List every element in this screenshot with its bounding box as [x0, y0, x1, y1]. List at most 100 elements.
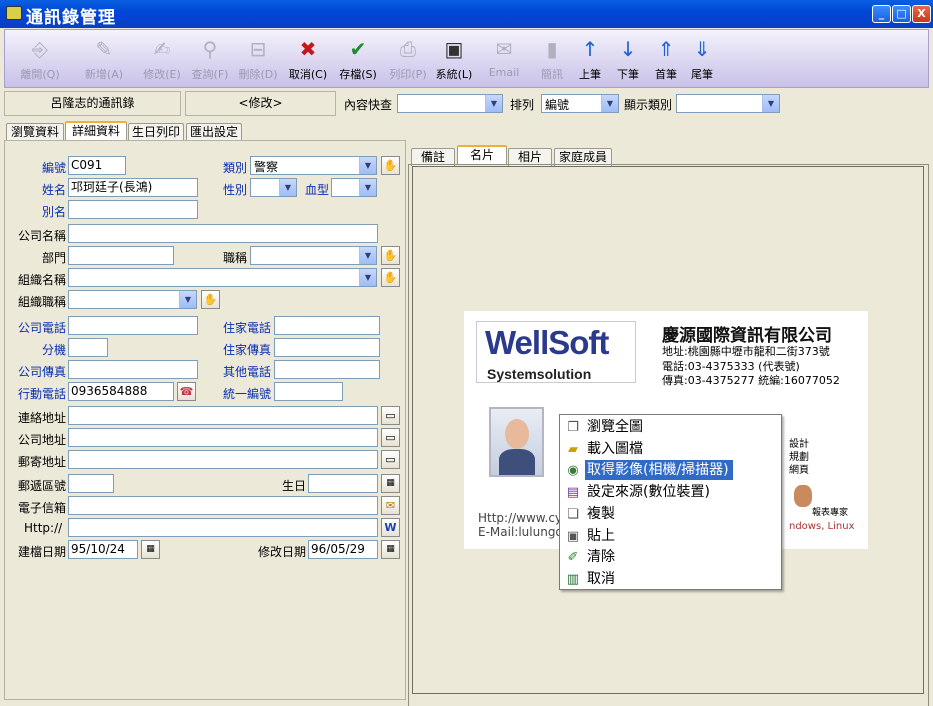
- print-icon: ⎙: [400, 37, 416, 61]
- arrow-last-icon: ⇓: [693, 37, 711, 61]
- toolbar-button-cancel[interactable]: ✖ 取消(C): [283, 36, 333, 84]
- toolbar: ⎆ 離開(Q) ✎ 新增(A) ✍ 修改(E) ⚲ 查詢(F) ⊟ 刪除(D) ✖ 取消(C) ✔ 存檔(…: [4, 29, 929, 88]
- modified-date-field[interactable]: 96/05/29: [308, 540, 378, 559]
- org-edit-icon[interactable]: ✋: [381, 268, 400, 287]
- address-book-icon[interactable]: ▭: [381, 406, 400, 425]
- toolbar-button-system[interactable]: ▣ 系統(L): [429, 36, 479, 84]
- menu-item-clear[interactable]: ✐ 清除: [562, 547, 779, 568]
- company-field[interactable]: [68, 224, 378, 243]
- window-title: 通訊錄管理: [26, 8, 116, 28]
- menu-item-paste[interactable]: ▣ 貼上: [562, 526, 779, 547]
- toolbar-button-label: 修改(E): [143, 68, 181, 81]
- home-phone-field[interactable]: [274, 316, 380, 335]
- arrow-up-icon: ↑: [581, 37, 599, 61]
- name-field[interactable]: 邛珂廷子(長鴻): [68, 178, 198, 197]
- org-select[interactable]: ▼: [68, 268, 377, 287]
- mailing-address-field[interactable]: [68, 450, 378, 469]
- menu-item-label: 取消: [587, 570, 615, 587]
- tab-browse[interactable]: 瀏覽資料: [6, 123, 64, 141]
- tab-birthday-print[interactable]: 生日列印: [128, 123, 184, 141]
- email-field[interactable]: [68, 496, 378, 515]
- chevron-down-icon: ▼: [359, 247, 376, 264]
- calendar-icon[interactable]: ▦: [141, 540, 160, 559]
- card-fax: 傳真:03-4375277 統編:16077052: [662, 374, 840, 387]
- blood-type-select[interactable]: ▼: [331, 178, 377, 197]
- face-shape: [505, 419, 529, 449]
- contact-address-field[interactable]: [68, 406, 378, 425]
- phone-icon[interactable]: ☎: [177, 382, 196, 401]
- edit-icon: ✍: [153, 37, 171, 61]
- quick-search-select[interactable]: ▼: [397, 94, 503, 113]
- title-bar: 通訊錄管理 _ □ X: [0, 0, 933, 28]
- minimize-button[interactable]: _: [872, 5, 891, 23]
- gender-select[interactable]: ▼: [250, 178, 297, 197]
- toolbar-button-print[interactable]: ⎙ 列印(P): [383, 36, 433, 84]
- address-book-icon[interactable]: ▭: [381, 428, 400, 447]
- address-book-icon[interactable]: ▭: [381, 450, 400, 469]
- dept-field[interactable]: [68, 246, 174, 265]
- tab-export-settings[interactable]: 匯出設定: [186, 123, 242, 141]
- web-icon[interactable]: W: [381, 518, 400, 537]
- category-select[interactable]: 警察 ▼: [250, 156, 377, 175]
- card-photo: [489, 407, 544, 477]
- card-website: Http://www.cyn: [478, 511, 570, 525]
- toolbar-button-save[interactable]: ✔ 存檔(S): [333, 36, 383, 84]
- company-address-field[interactable]: [68, 428, 378, 447]
- menu-item-device[interactable]: ▤ 設定來源(數位裝置): [562, 482, 779, 503]
- scanner-icon: ◉: [567, 463, 579, 479]
- mobile-field[interactable]: 0936584888: [68, 382, 174, 401]
- quick-search-label: 內容快查: [344, 98, 393, 112]
- calendar-icon[interactable]: ▦: [381, 474, 400, 493]
- no-label: 編號: [42, 161, 67, 175]
- envelope-icon[interactable]: ✉: [381, 496, 400, 515]
- menu-item-cancel[interactable]: ▥ 取消: [562, 569, 779, 590]
- toolbar-button-arrow-last[interactable]: ⇓ 尾筆: [677, 36, 727, 84]
- close-button[interactable]: X: [912, 5, 931, 23]
- toolbar-button-label: 刪除(D): [238, 68, 278, 81]
- toolbar-button-new[interactable]: ✎ 新增(A): [79, 36, 129, 84]
- toolbar-button-label: 列印(P): [389, 68, 427, 81]
- menu-item-scanner[interactable]: ◉ 取得影像(相機/掃描器): [562, 460, 779, 481]
- arrow-down-icon: ↓: [619, 37, 637, 61]
- card-email: E-Mail:lulungo: [478, 525, 563, 539]
- sort-select[interactable]: 編號 ▼: [541, 94, 619, 113]
- exit-icon: ⎆: [32, 37, 48, 61]
- home-fax-field[interactable]: [274, 338, 380, 357]
- menu-item-copy[interactable]: ❏ 複製: [562, 504, 779, 525]
- search-icon: ⚲: [202, 37, 218, 61]
- toolbar-button-exit[interactable]: ⎆ 離開(Q): [15, 36, 65, 84]
- menu-item-view[interactable]: ❐ 瀏覽全圖: [562, 417, 779, 438]
- job-title-edit-icon[interactable]: ✋: [381, 246, 400, 265]
- birthday-field[interactable]: [308, 474, 378, 493]
- menu-item-label: 瀏覽全圖: [587, 419, 643, 435]
- org-title-edit-icon[interactable]: ✋: [201, 290, 220, 309]
- tax-id-field[interactable]: [274, 382, 343, 401]
- maximize-button[interactable]: □: [892, 5, 911, 23]
- menu-item-open-folder[interactable]: ▰ 載入圖檔: [562, 439, 779, 460]
- created-date-field[interactable]: 95/10/24: [68, 540, 138, 559]
- extension-field[interactable]: [68, 338, 108, 357]
- job-title-select[interactable]: ▼: [250, 246, 377, 265]
- company-fax-field[interactable]: [68, 360, 198, 379]
- chevron-down-icon: ▼: [485, 95, 502, 112]
- chevron-down-icon: ▼: [179, 291, 196, 308]
- sms-icon: ▮: [546, 37, 558, 61]
- save-icon: ✔: [349, 37, 367, 61]
- other-phone-field[interactable]: [274, 360, 380, 379]
- http-field[interactable]: [68, 518, 378, 537]
- copy-icon: ❏: [567, 506, 579, 522]
- toolbar-button-edit[interactable]: ✍ 修改(E): [137, 36, 187, 84]
- calendar-icon[interactable]: ▦: [381, 540, 400, 559]
- company-phone-field[interactable]: [68, 316, 198, 335]
- no-field[interactable]: C091: [68, 156, 126, 175]
- tab-business-card[interactable]: 名片: [457, 145, 507, 165]
- category-filter-select[interactable]: ▼: [676, 94, 780, 113]
- org-title-select[interactable]: ▼: [68, 290, 197, 309]
- category-edit-icon[interactable]: ✋: [381, 156, 400, 175]
- tab-detail[interactable]: 詳細資料: [65, 121, 127, 141]
- toolbar-button-search[interactable]: ⚲ 查詢(F): [185, 36, 235, 84]
- toolbar-button-email[interactable]: ✉ Email: [479, 36, 529, 84]
- alias-field[interactable]: [68, 200, 198, 219]
- toolbar-button-delete[interactable]: ⊟ 刪除(D): [233, 36, 283, 84]
- zip-code-field[interactable]: [68, 474, 114, 493]
